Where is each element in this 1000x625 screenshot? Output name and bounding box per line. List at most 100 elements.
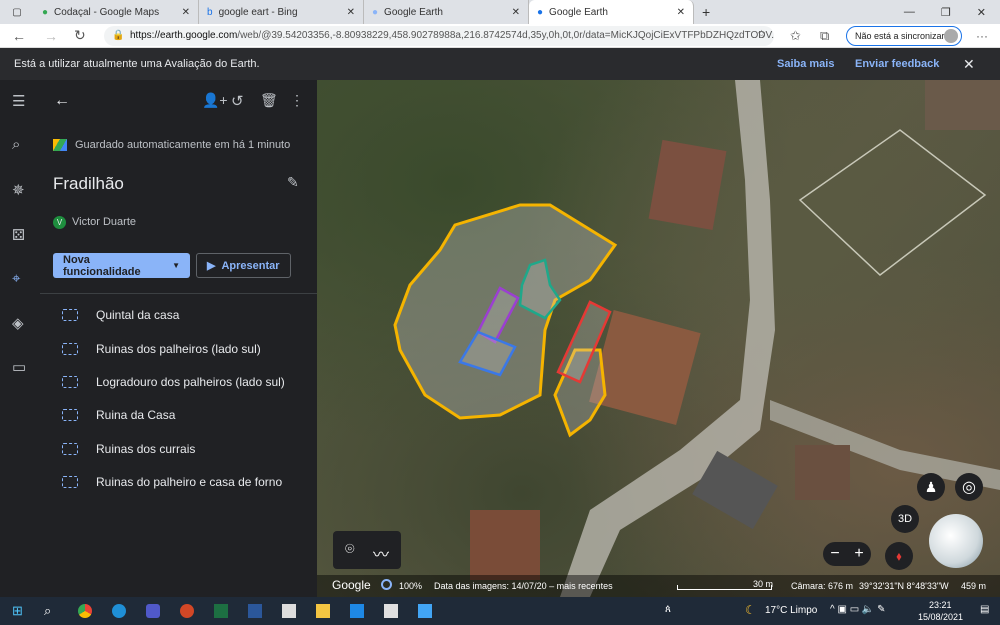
polygon-icon [62, 343, 78, 355]
url-input[interactable]: 🔒 https://earth.google.com/web/@39.542033… [104, 26, 774, 46]
building-roof [795, 445, 850, 500]
building-roof [470, 510, 540, 580]
search-icon[interactable]: ⌕ [12, 136, 20, 153]
close-tab-icon[interactable]: ✕ [347, 7, 355, 18]
tab-strip: ▢ ● Codaçal - Google Maps ✕ b google eart -… [0, 0, 1000, 24]
placemark-icon[interactable]: ⌾ [345, 541, 355, 559]
notification-icon[interactable]: ▤ [980, 604, 989, 615]
dropdown-icon: ▼ [172, 261, 180, 270]
teams-icon[interactable] [146, 604, 160, 618]
photos-icon[interactable] [418, 604, 432, 618]
back-icon[interactable]: ← [12, 28, 26, 44]
sync-button[interactable]: Não está a sincronizar [846, 26, 962, 46]
author-avatar: V [53, 216, 66, 229]
polygon-icon [62, 309, 78, 321]
tab-earth-active[interactable]: ● Google Earth ✕ [529, 0, 694, 24]
polygon-icon [62, 409, 78, 421]
maps-icon: ● [42, 6, 49, 18]
zoom-out-button[interactable]: − [830, 545, 839, 563]
left-rail: ☰ ⌕ ✵ ⚄ ⌖ ◈ ▭ [0, 80, 40, 597]
drawing-tools: ⌾ 〰 [333, 531, 401, 569]
edge-icon[interactable] [112, 604, 126, 618]
chrome-icon[interactable] [78, 604, 92, 618]
close-tab-icon[interactable]: ✕ [182, 7, 190, 18]
list-item[interactable]: Ruinas do palheiro e casa de forno [62, 475, 282, 489]
undo-icon[interactable]: ↺ [231, 92, 244, 110]
delete-icon[interactable]: 🗑 [260, 92, 278, 109]
list-item[interactable]: Ruina da Casa [62, 408, 175, 422]
menu-icon[interactable]: ☰ [12, 92, 25, 110]
layers-icon[interactable]: ◈ [12, 314, 24, 332]
project-panel: ← 👤+ ↺ 🗑 ⋮ Guardado automaticamente em h… [40, 80, 317, 597]
list-item[interactable]: Quintal da casa [62, 308, 179, 322]
measure-icon[interactable]: ▭ [12, 358, 26, 376]
feedback-link[interactable]: Enviar feedback [855, 58, 939, 70]
loading-icon [381, 579, 392, 590]
powerpoint-icon[interactable] [180, 604, 194, 618]
explorer-icon[interactable] [316, 604, 330, 618]
path-icon[interactable]: 〰 [373, 541, 389, 565]
projects-icon[interactable]: ⌖ [12, 270, 20, 287]
tab-earth[interactable]: ● Google Earth ✕ [364, 0, 529, 24]
app-icon[interactable] [350, 604, 364, 618]
favorite-icon[interactable]: ☆ [757, 29, 766, 40]
tab-bing[interactable]: b google eart - Bing ✕ [199, 0, 364, 24]
app-icon[interactable] [384, 604, 398, 618]
earth-icon: ● [372, 6, 379, 18]
tray-icons[interactable]: ^ ▣ ▭ 🔈 ✎ [830, 604, 886, 615]
voyager-icon[interactable]: ✵ [12, 181, 25, 199]
moon-icon: ☾ [745, 603, 756, 617]
word-icon[interactable] [248, 604, 262, 618]
more-icon[interactable]: ··· [976, 29, 988, 43]
more-options-icon[interactable]: ⋮ [290, 92, 304, 109]
close-tab-icon[interactable]: ✕ [512, 7, 520, 18]
edit-icon[interactable]: ✎ [287, 174, 299, 191]
address-bar: ← → ↻ 🔒 https://earth.google.com/web/@39.… [0, 24, 1000, 48]
close-banner-icon[interactable]: ✕ [963, 56, 975, 73]
learn-more-link[interactable]: Saiba mais [777, 58, 834, 70]
forward-icon[interactable]: → [44, 28, 58, 44]
favorites-icon[interactable]: ✩ [790, 28, 801, 44]
present-button[interactable]: ▶ Apresentar [196, 253, 291, 278]
globe-icon[interactable] [929, 514, 983, 568]
compass-icon[interactable]: ⬧ [885, 542, 913, 570]
map-status-bar: Google 100% Data das imagens: 14/07/20 –… [317, 575, 1000, 597]
earth-icon: ● [537, 6, 544, 18]
tab-maps[interactable]: ● Codaçal - Google Maps ✕ [34, 0, 199, 24]
search-icon[interactable]: ⌕ [44, 603, 51, 619]
polygon-icon [62, 476, 78, 488]
taskbar: ⊞ ⌕ ጰ ☾ 17°C Limpo ^ ▣ ▭ 🔈 ✎ 23:21 15/08… [0, 597, 1000, 625]
random-icon[interactable]: ⚄ [12, 226, 25, 244]
back-icon[interactable]: ← [54, 92, 70, 110]
refresh-icon[interactable]: ↻ [74, 27, 86, 44]
restore-button[interactable]: ❐ [941, 6, 951, 19]
minimize-button[interactable]: — [904, 6, 915, 19]
bing-icon: b [207, 6, 213, 18]
field-boundary [798, 129, 987, 276]
map-view[interactable]: ⌾ 〰 ♟ ◎ 3D − + ⬧ Google 100% Data das ima… [317, 80, 1000, 597]
project-title[interactable]: Fradilhão [53, 174, 124, 194]
people-icon[interactable]: ጰ [665, 604, 671, 615]
divider [40, 293, 317, 294]
3d-button[interactable]: 3D [891, 505, 919, 533]
new-feature-button[interactable]: Nova funcionalidade ▼ [53, 253, 190, 278]
zoom-in-button[interactable]: + [854, 545, 863, 563]
zoom-controls: − + [823, 542, 871, 566]
my-location-icon[interactable]: ◎ [955, 473, 983, 501]
lock-icon: 🔒 [112, 30, 125, 41]
new-tab-button[interactable]: + [694, 4, 718, 20]
list-item[interactable]: Ruinas dos palheiros (lado sul) [62, 342, 261, 356]
building-roof [925, 80, 1000, 130]
tab-actions-icon[interactable]: ▢ [0, 7, 34, 18]
close-tab-icon[interactable]: ✕ [677, 7, 685, 18]
close-window-button[interactable]: ✕ [977, 6, 986, 19]
store-icon[interactable] [282, 604, 296, 618]
collections-icon[interactable]: ⧉ [820, 28, 829, 44]
list-item[interactable]: Ruinas dos currais [62, 442, 195, 456]
pegman-icon[interactable]: ♟ [917, 473, 945, 501]
share-icon[interactable]: 👤+ [202, 92, 228, 109]
excel-icon[interactable] [214, 604, 228, 618]
list-item[interactable]: Logradouro dos palheiros (lado sul) [62, 375, 285, 389]
start-icon[interactable]: ⊞ [12, 603, 23, 619]
drive-icon [53, 139, 67, 151]
